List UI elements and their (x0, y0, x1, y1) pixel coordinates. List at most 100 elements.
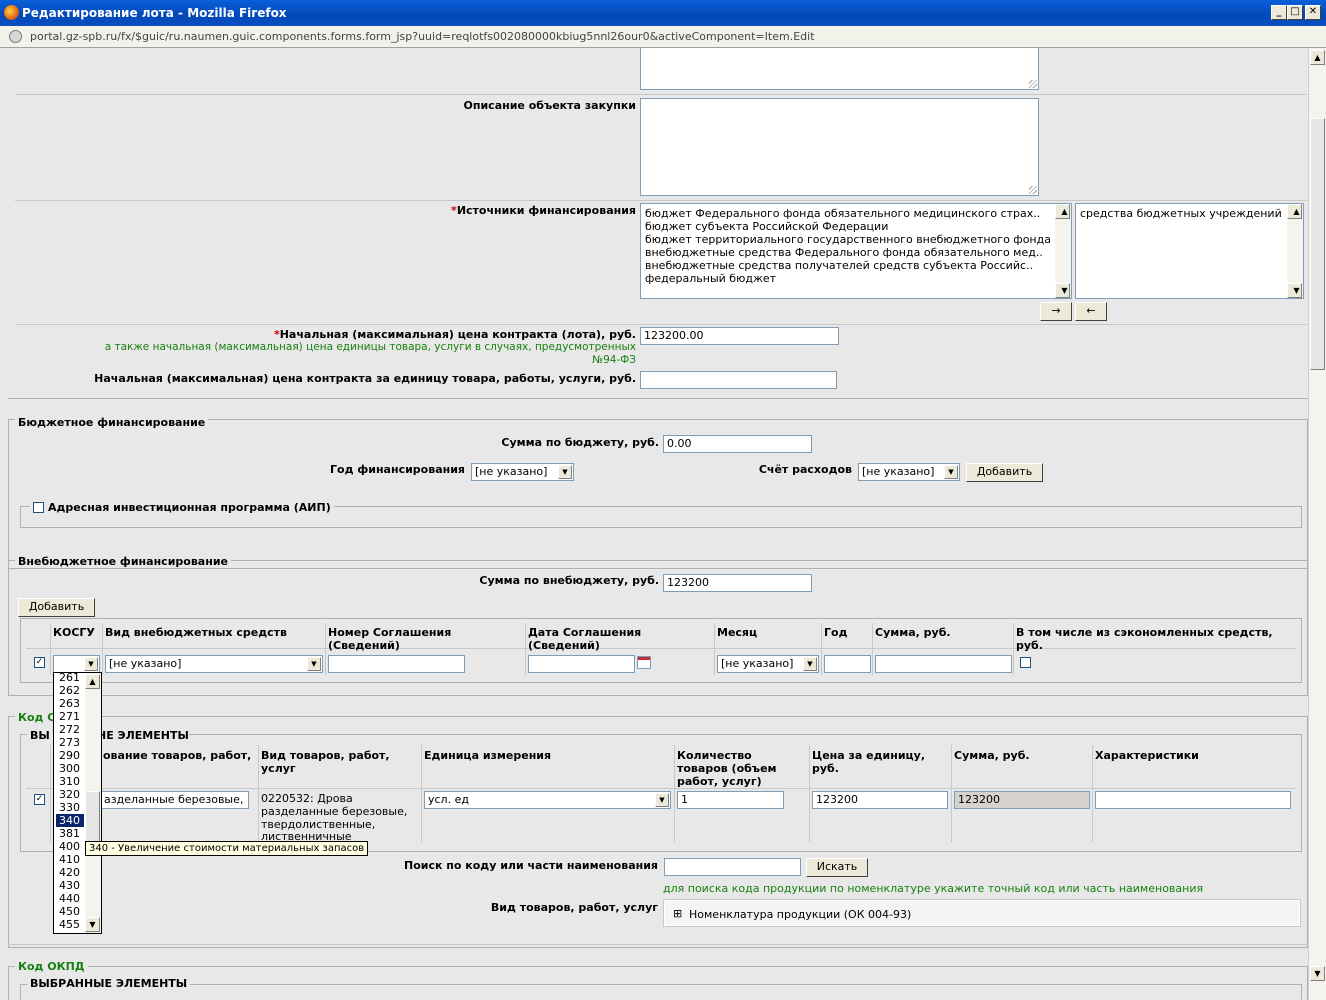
minimize-button[interactable]: _ (1271, 5, 1287, 20)
col-goods-kind-sub: услуг (261, 762, 296, 775)
col-divider (714, 623, 715, 675)
unit-price-input[interactable] (640, 371, 837, 389)
kosgu-option[interactable]: 340 (56, 814, 84, 827)
offbudget-kind-select[interactable]: [не указано] ▼ (105, 655, 323, 673)
month-select[interactable]: [не указано] ▼ (717, 655, 819, 673)
okpd-selected-fieldset (20, 984, 1302, 1000)
budget-add-button[interactable]: Добавить (966, 463, 1043, 482)
scroll-up-icon[interactable]: ▲ (85, 674, 100, 689)
tree-expand-icon[interactable]: ⊞ (673, 907, 682, 920)
description-textarea[interactable] (640, 98, 1039, 196)
kosgu-option[interactable]: 273 (56, 736, 84, 749)
col-divider (525, 623, 526, 675)
scroll-down-icon[interactable]: ▼ (1310, 966, 1325, 981)
scroll-up-icon[interactable]: ▲ (1055, 204, 1070, 219)
source-option[interactable]: внебюджетные средства Федерального фонда… (641, 246, 1071, 259)
okdp-price-input[interactable]: 123200 (812, 791, 948, 809)
kosgu-option[interactable]: 261 (56, 671, 84, 684)
okdp-row-checkbox[interactable]: ✓ (34, 794, 45, 805)
maximize-button[interactable]: □ (1287, 5, 1303, 20)
account-select[interactable]: [не указано] ▼ (858, 463, 960, 481)
scroll-up-icon[interactable]: ▲ (1310, 50, 1325, 65)
scroll-down-icon[interactable]: ▼ (1287, 283, 1302, 298)
agreement-number-input[interactable] (328, 655, 465, 673)
selected-source-option[interactable]: средства бюджетных учреждений (1076, 204, 1303, 220)
close-button[interactable]: ✕ (1305, 5, 1321, 20)
kosgu-option[interactable]: 271 (56, 710, 84, 723)
list-scrollbar[interactable]: ▲ ▼ (1287, 204, 1303, 298)
col-number-sub: (Сведений) (328, 639, 400, 652)
kosgu-option[interactable]: 290 (56, 749, 84, 762)
chevron-down-icon[interactable]: ▼ (655, 793, 669, 807)
scroll-down-icon[interactable]: ▼ (1055, 283, 1070, 298)
sources-available-list[interactable]: бюджет Федерального фонда обязательного … (640, 203, 1072, 299)
kosgu-option[interactable]: 330 (56, 801, 84, 814)
kosgu-option[interactable]: 263 (56, 697, 84, 710)
chevron-down-icon[interactable]: ▼ (803, 657, 817, 671)
col-divider (872, 623, 873, 675)
okdp-name-input[interactable]: азделанные березовые, (100, 791, 249, 809)
source-option[interactable]: федеральный бюджет (641, 272, 1071, 285)
previous-textarea[interactable] (640, 48, 1039, 90)
kosgu-option[interactable]: 310 (56, 775, 84, 788)
kosgu-option[interactable]: 420 (56, 866, 84, 879)
description-label: Описание объекта закупки (463, 99, 636, 112)
scroll-down-icon[interactable]: ▼ (85, 917, 100, 932)
kosgu-option[interactable]: 455 (56, 918, 84, 931)
search-button[interactable]: Искать (806, 858, 868, 877)
kosgu-option[interactable]: 272 (56, 723, 84, 736)
budget-sum-input[interactable]: 0.00 (663, 435, 812, 453)
kosgu-list-scrollbar[interactable]: ▲ ▼ (85, 673, 101, 933)
offbudget-sum-input[interactable]: 123200 (663, 574, 812, 592)
sources-selected-list[interactable]: средства бюджетных учреждений ▲ ▼ (1075, 203, 1304, 299)
source-option[interactable]: бюджет территориального государственного… (641, 233, 1071, 246)
saved-funds-checkbox[interactable] (1020, 657, 1031, 668)
source-option[interactable]: внебюджетные средства получателей средст… (641, 259, 1071, 272)
agreement-date-input[interactable] (528, 655, 635, 673)
kosgu-option[interactable]: 300 (56, 762, 84, 775)
okdp-qty-input[interactable]: 1 (677, 791, 784, 809)
resize-grip-icon[interactable] (1029, 186, 1037, 194)
move-left-button[interactable]: ← (1075, 302, 1107, 321)
chevron-down-icon[interactable]: ▼ (307, 657, 321, 671)
budget-year-select[interactable]: [не указано] ▼ (471, 463, 574, 481)
chevron-down-icon[interactable]: ▼ (944, 465, 958, 479)
offbudget-row-sum-input[interactable] (875, 655, 1012, 673)
address-bar[interactable]: portal.gz-spb.ru/fx/$guic/ru.naumen.guic… (0, 26, 1326, 48)
year-input[interactable] (824, 655, 871, 673)
kosgu-option[interactable]: 262 (56, 684, 84, 697)
window-scrollbar[interactable]: ▲ ▼ (1308, 48, 1326, 1000)
kosgu-option[interactable]: 410 (56, 853, 84, 866)
offbudget-row-checkbox[interactable]: ✓ (34, 657, 45, 668)
scroll-thumb[interactable] (1310, 118, 1325, 370)
okdp-unit-select[interactable]: усл. ед ▼ (424, 791, 671, 809)
tree-item-nomenclature[interactable]: Номенклатура продукции (ОК 004-93) (689, 908, 911, 921)
move-right-button[interactable]: → (1040, 302, 1072, 321)
offbudget-add-button[interactable]: Добавить (18, 598, 95, 617)
scroll-up-icon[interactable]: ▲ (1287, 204, 1302, 219)
col-date: Дата Соглашения (528, 626, 642, 639)
kosgu-option[interactable]: 450 (56, 905, 84, 918)
chevron-down-icon[interactable]: ▼ (558, 465, 572, 479)
chevron-down-icon[interactable]: ▼ (84, 657, 98, 671)
resize-grip-icon[interactable] (1029, 80, 1037, 88)
kosgu-dropdown-list[interactable]: 261 262 263 271 272 273 290 300 310 320 330 340 381 4… (53, 671, 102, 934)
col-saved: В том числе из сэкономленных средств, (1016, 626, 1273, 639)
okdp-characteristics-input[interactable] (1095, 791, 1291, 809)
scroll-thumb[interactable] (85, 791, 100, 843)
page-content: Описание объекта закупки *Источники фина… (0, 48, 1308, 1000)
kosgu-option[interactable]: 320 (56, 788, 84, 801)
price-input[interactable]: 123200.00 (640, 327, 839, 345)
window-titlebar[interactable]: Редактирование лота - Mozilla Firefox _ … (0, 0, 1326, 26)
list-scrollbar[interactable]: ▲ ▼ (1055, 204, 1071, 298)
kosgu-option[interactable]: 400 (56, 840, 84, 853)
kosgu-option[interactable]: 440 (56, 892, 84, 905)
source-option[interactable]: бюджет Федерального фонда обязательного … (641, 204, 1071, 220)
kosgu-option[interactable]: 430 (56, 879, 84, 892)
source-option[interactable]: бюджет субъекта Российской Федерации (641, 220, 1071, 233)
budget-sum-label: Сумма по бюджету, руб. (501, 436, 659, 449)
search-input[interactable] (664, 858, 801, 876)
calendar-icon[interactable] (637, 656, 651, 669)
kosgu-option[interactable]: 381 (56, 827, 84, 840)
aip-checkbox[interactable] (33, 502, 44, 513)
